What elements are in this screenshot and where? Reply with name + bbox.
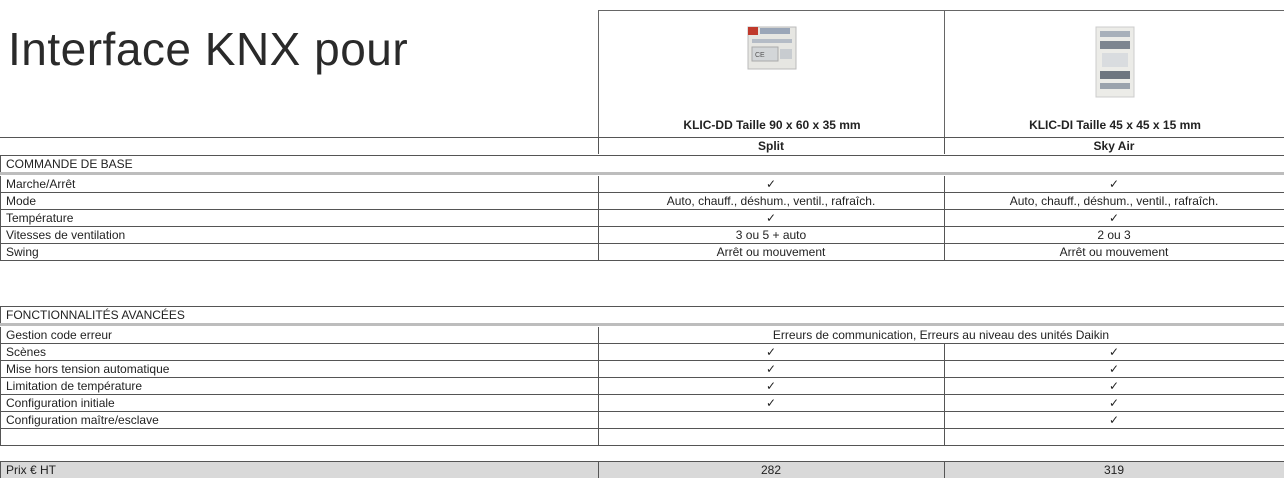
- table-row: [0, 429, 1284, 445]
- product-caption: KLIC-DI Taille 45 x 45 x 15 mm: [1029, 118, 1201, 132]
- table-row: Mode Auto, chauff., déshum., ventil., ra…: [0, 193, 1284, 209]
- table-row: Température ✓ ✓: [0, 210, 1284, 226]
- cell-value: ✓: [765, 362, 777, 376]
- row-label: Limitation de température: [6, 379, 143, 393]
- row-label: Mode: [6, 194, 37, 208]
- cell-value: ✓: [765, 396, 777, 410]
- cell-value: ✓: [1108, 362, 1120, 376]
- cell-value: Arrêt ou mouvement: [716, 245, 826, 259]
- cell-value: ✓: [1108, 177, 1120, 191]
- row-label: Vitesses de ventilation: [6, 228, 126, 242]
- product-type: Split: [758, 139, 784, 153]
- cell-value: 2 ou 3: [1097, 228, 1131, 242]
- product-type-row: Split Sky Air: [0, 138, 1284, 154]
- cell-value: Auto, chauff., déshum., ventil., rafraîc…: [1009, 194, 1219, 208]
- product-type: Sky Air: [1093, 139, 1135, 153]
- product-caption: KLIC-DD Taille 90 x 60 x 35 mm: [683, 118, 861, 132]
- cell-value: Arrêt ou mouvement: [1059, 245, 1169, 259]
- table-row: Swing Arrêt ou mouvement Arrêt ou mouvem…: [0, 244, 1284, 260]
- price-label: Prix € HT: [6, 463, 57, 477]
- page-title: Interface KNX pour: [8, 23, 409, 75]
- table-row: Mise hors tension automatique ✓ ✓: [0, 361, 1284, 377]
- row-label: Swing: [6, 245, 39, 259]
- klic-di-device-image: [1095, 26, 1135, 98]
- cell-value: ✓: [1108, 211, 1120, 225]
- section-header-advanced: FONCTIONNALITÉS AVANCÉES: [0, 307, 1284, 323]
- row-label: Configuration maître/esclave: [6, 413, 159, 427]
- row-label: Scènes: [6, 345, 47, 359]
- product-klic-dd: CE KLIC-DD Taille 90 x 60 x 35 mm: [598, 10, 945, 138]
- cell-value: ✓: [765, 211, 777, 225]
- cell-value: ✓: [1108, 396, 1120, 410]
- divider: [0, 172, 1284, 175]
- table-row: Configuration initiale ✓ ✓: [0, 395, 1284, 411]
- cell-value: Auto, chauff., déshum., ventil., rafraîc…: [666, 194, 876, 208]
- table-row: Scènes ✓ ✓: [0, 344, 1284, 360]
- row-label: Configuration initiale: [6, 396, 115, 410]
- cell-value: ✓: [765, 177, 777, 191]
- table-row: Gestion code erreur Erreurs de communica…: [0, 327, 1284, 343]
- cell-value: 3 ou 5 + auto: [735, 228, 807, 242]
- klic-dd-device-image: CE: [747, 26, 797, 70]
- cell-value: ✓: [1108, 345, 1120, 359]
- table-row: Marche/Arrêt ✓ ✓: [0, 176, 1284, 192]
- cell-value: ✓: [765, 379, 777, 393]
- cell-value: Erreurs de communication, Erreurs au niv…: [772, 328, 1110, 342]
- cell-value: ✓: [1108, 379, 1120, 393]
- row-label: Gestion code erreur: [6, 328, 113, 342]
- table-row: Limitation de température ✓ ✓: [0, 378, 1284, 394]
- row-label: Température: [6, 211, 74, 225]
- price-value: 282: [760, 463, 782, 477]
- cell-value: ✓: [1108, 413, 1120, 427]
- section-header-basic: COMMANDE DE BASE: [0, 156, 1284, 172]
- price-value: 319: [1103, 463, 1125, 477]
- table-row: Vitesses de ventilation 3 ou 5 + auto 2 …: [0, 227, 1284, 243]
- row-label: Mise hors tension automatique: [6, 362, 170, 376]
- product-klic-di: KLIC-DI Taille 45 x 45 x 15 mm: [944, 10, 1284, 138]
- svg-text:CE: CE: [755, 52, 765, 59]
- table-row: Configuration maître/esclave ✓: [0, 412, 1284, 428]
- section-title: COMMANDE DE BASE: [6, 157, 133, 171]
- price-row: Prix € HT 282 319: [0, 462, 1284, 478]
- section-title: FONCTIONNALITÉS AVANCÉES: [6, 308, 185, 322]
- row-label: Marche/Arrêt: [6, 177, 76, 191]
- cell-value: ✓: [765, 345, 777, 359]
